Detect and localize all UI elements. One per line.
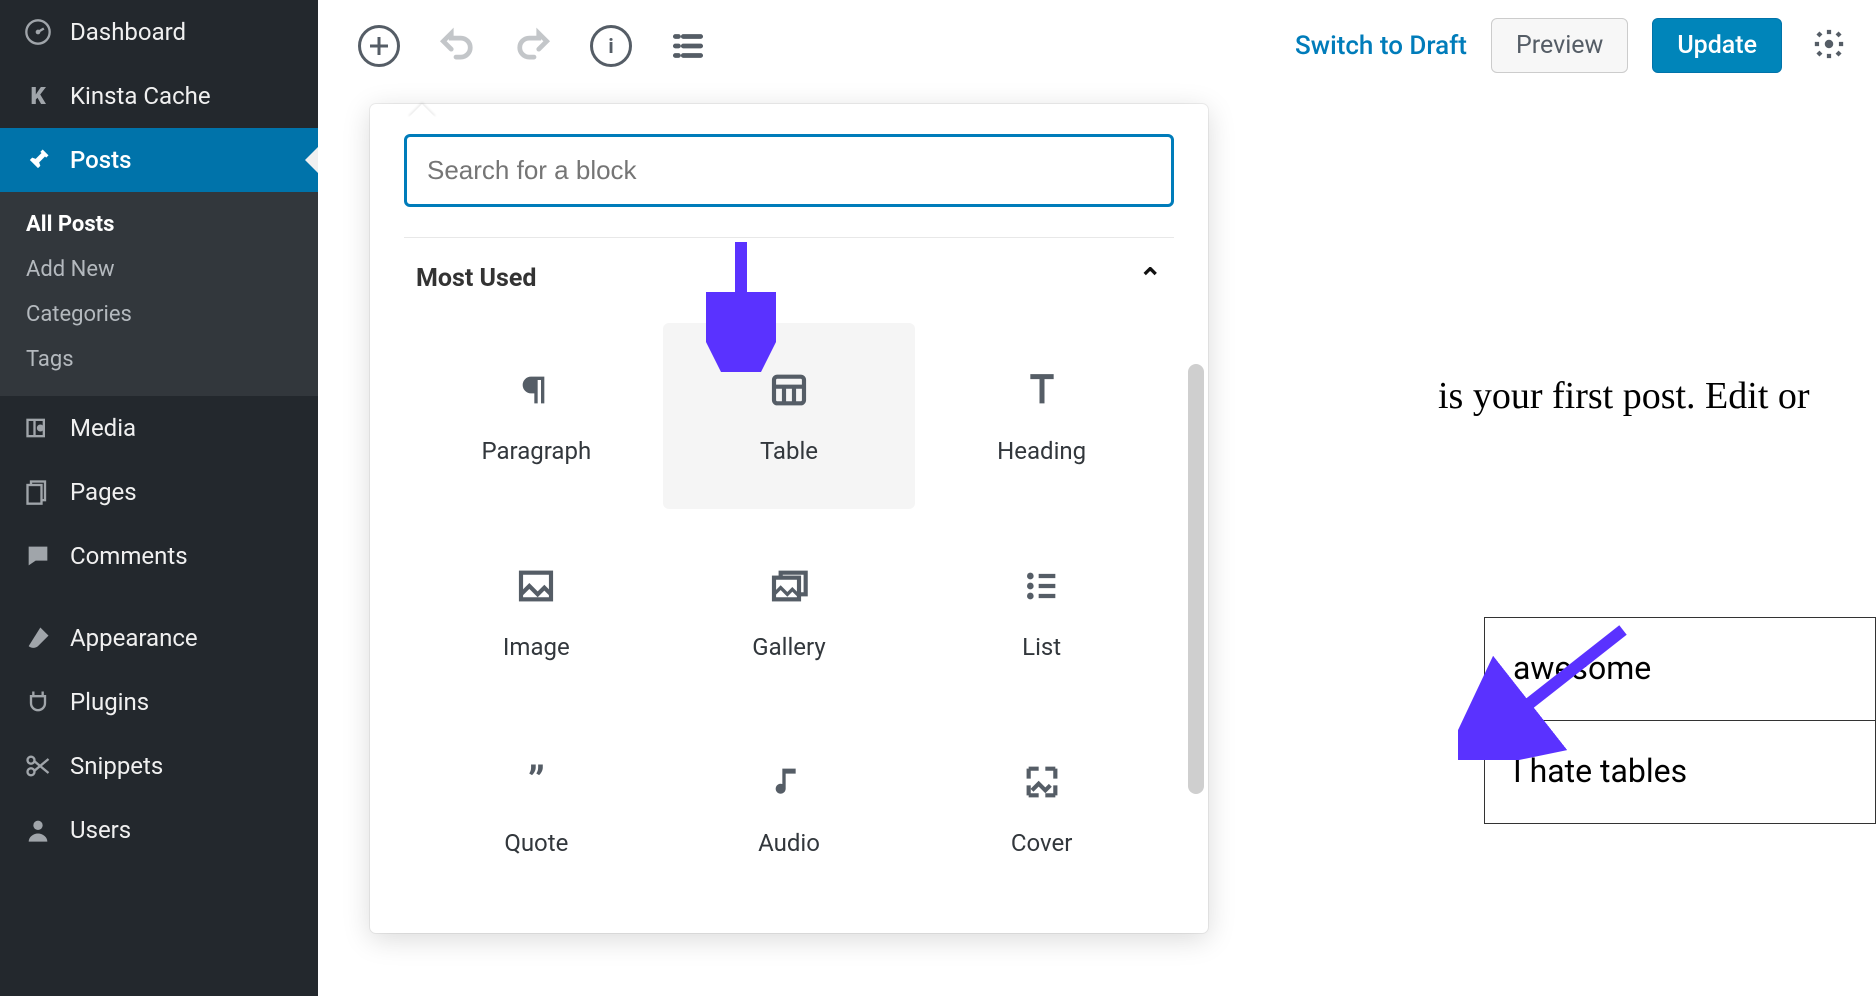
editor-content: i Switch to Draft Preview Update is your… <box>318 0 1876 996</box>
block-item-audio[interactable]: Audio <box>663 715 916 901</box>
block-item-label: Quote <box>504 829 568 857</box>
block-item-heading[interactable]: Heading <box>915 323 1168 509</box>
sidebar-subitem-categories[interactable]: Categories <box>0 292 318 337</box>
update-button[interactable]: Update <box>1652 18 1782 73</box>
block-item-paragraph[interactable]: Paragraph <box>410 323 663 509</box>
audio-icon <box>766 759 812 805</box>
editor-toolbar: i Switch to Draft Preview Update <box>318 0 1876 92</box>
block-item-label: Table <box>760 437 818 465</box>
sidebar-submenu-posts: All Posts Add New Categories Tags <box>0 192 318 396</box>
table-row: I hate tables <box>1485 720 1876 823</box>
pages-icon <box>24 478 52 506</box>
sidebar-item-label: Kinsta Cache <box>70 82 211 110</box>
scissors-icon <box>24 752 52 780</box>
chevron-up-icon: ⌃ <box>1139 262 1162 295</box>
sidebar-subitem-all-posts[interactable]: All Posts <box>0 202 318 247</box>
block-grid: Paragraph Table Heading <box>404 323 1174 925</box>
paragraph-icon <box>513 367 559 413</box>
block-search-wrap <box>404 134 1174 207</box>
table-row: awesome <box>1485 618 1876 721</box>
sidebar-item-pages[interactable]: Pages <box>0 460 318 524</box>
block-item-label: Cover <box>1011 829 1072 857</box>
sidebar-item-posts[interactable]: Posts <box>0 128 318 192</box>
block-inserter-popover: Most Used ⌃ Paragraph Table <box>370 104 1208 933</box>
block-item-quote[interactable]: ” Quote <box>410 715 663 901</box>
image-icon <box>513 563 559 609</box>
sidebar-item-label: Plugins <box>70 688 149 716</box>
comment-icon <box>24 542 52 570</box>
block-item-table[interactable]: Table <box>663 323 916 509</box>
sidebar-item-label: Posts <box>70 146 131 174</box>
cover-icon <box>1019 759 1065 805</box>
block-item-label: Paragraph <box>481 437 591 465</box>
user-icon <box>24 816 52 844</box>
plug-icon <box>24 688 52 716</box>
add-block-button[interactable] <box>358 25 400 67</box>
block-item-label: Gallery <box>752 633 826 661</box>
sidebar-item-label: Appearance <box>70 624 198 652</box>
outline-button[interactable] <box>666 24 710 68</box>
popover-scrollbar[interactable] <box>1188 364 1204 794</box>
settings-gear-icon[interactable] <box>1812 27 1846 65</box>
sidebar-item-media[interactable]: Media <box>0 396 318 460</box>
gallery-icon <box>766 563 812 609</box>
sidebar-item-snippets[interactable]: Snippets <box>0 734 318 798</box>
k-icon: K <box>24 82 52 110</box>
block-item-image[interactable]: Image <box>410 519 663 705</box>
quote-icon: ” <box>513 759 559 805</box>
admin-sidebar: Dashboard K Kinsta Cache Posts All Posts… <box>0 0 318 996</box>
post-text-fragment: is your first post. Edit or <box>1438 372 1876 421</box>
post-table[interactable]: awesome I hate tables <box>1484 617 1876 823</box>
block-section-header[interactable]: Most Used ⌃ <box>404 237 1174 305</box>
brush-icon <box>24 624 52 652</box>
heading-icon <box>1019 367 1065 413</box>
sidebar-item-comments[interactable]: Comments <box>0 524 318 588</box>
sidebar-item-label: Snippets <box>70 752 163 780</box>
block-item-label: List <box>1022 633 1061 661</box>
content-info-button[interactable]: i <box>590 25 632 67</box>
sidebar-item-plugins[interactable]: Plugins <box>0 670 318 734</box>
sidebar-item-label: Media <box>70 414 136 442</box>
block-item-label: Audio <box>758 829 820 857</box>
media-icon <box>24 414 52 442</box>
sidebar-item-label: Dashboard <box>70 18 186 46</box>
undo-button[interactable] <box>434 24 478 68</box>
sidebar-subitem-tags[interactable]: Tags <box>0 337 318 382</box>
table-cell[interactable]: I hate tables <box>1485 720 1876 823</box>
section-title: Most Used <box>416 264 536 293</box>
list-icon <box>1019 563 1065 609</box>
block-item-label: Heading <box>997 437 1086 465</box>
table-icon <box>766 367 812 413</box>
block-item-label: Image <box>503 633 570 661</box>
block-item-cover[interactable]: Cover <box>915 715 1168 901</box>
redo-button[interactable] <box>512 24 556 68</box>
pin-icon <box>24 146 52 174</box>
sidebar-item-label: Pages <box>70 478 137 506</box>
sidebar-item-appearance[interactable]: Appearance <box>0 606 318 670</box>
block-item-list[interactable]: List <box>915 519 1168 705</box>
dashboard-icon <box>24 18 52 46</box>
sidebar-item-dashboard[interactable]: Dashboard <box>0 0 318 64</box>
block-item-gallery[interactable]: Gallery <box>663 519 916 705</box>
table-cell[interactable]: awesome <box>1485 618 1876 721</box>
sidebar-item-label: Comments <box>70 542 188 570</box>
sidebar-item-kinsta-cache[interactable]: K Kinsta Cache <box>0 64 318 128</box>
preview-button[interactable]: Preview <box>1491 18 1628 73</box>
sidebar-item-users[interactable]: Users <box>0 798 318 862</box>
sidebar-subitem-add-new[interactable]: Add New <box>0 247 318 292</box>
sidebar-item-label: Users <box>70 816 131 844</box>
switch-to-draft-button[interactable]: Switch to Draft <box>1295 31 1467 61</box>
block-search-input[interactable] <box>427 155 1151 186</box>
